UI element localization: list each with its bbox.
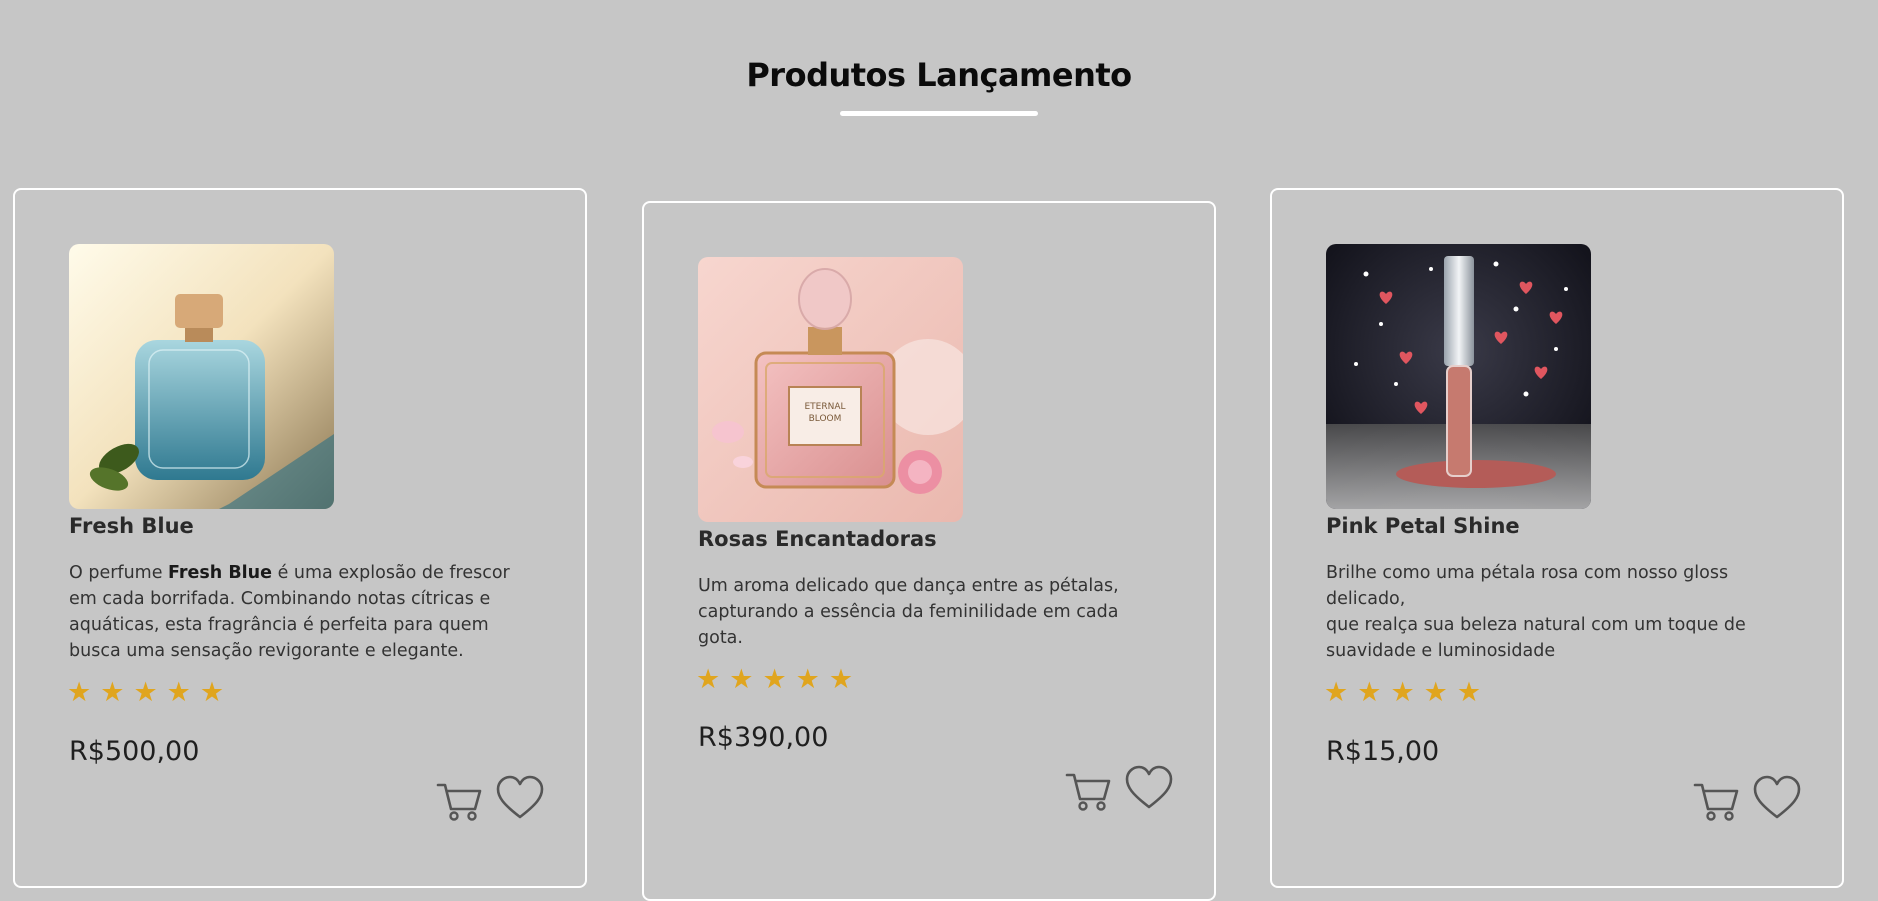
heart-icon[interactable] (495, 773, 545, 823)
star-icon: ★ (762, 664, 787, 695)
product-image[interactable] (1326, 244, 1591, 509)
product-price: R$15,00 (1326, 736, 1440, 767)
heart-icon[interactable] (1124, 763, 1174, 813)
product-price: R$500,00 (69, 736, 200, 767)
cart-icon[interactable] (435, 773, 485, 823)
rating-stars: ★ ★ ★ ★ ★ (67, 678, 224, 708)
star-icon: ★ (1357, 677, 1382, 708)
rating-stars: ★ ★ ★ ★ ★ (696, 665, 853, 695)
star-icon: ★ (1423, 677, 1448, 708)
product-actions (1064, 763, 1174, 813)
star-icon: ★ (729, 664, 754, 695)
star-icon: ★ (67, 677, 92, 708)
product-price: R$390,00 (698, 722, 829, 753)
title-underline (840, 111, 1038, 116)
cart-icon[interactable] (1692, 773, 1742, 823)
product-card-fresh-blue: Fresh Blue O perfume Fresh Blue é uma ex… (13, 188, 587, 888)
product-description: O perfume Fresh Blue é uma explosão de f… (69, 563, 510, 661)
rating-stars: ★ ★ ★ ★ ★ (1324, 678, 1481, 708)
star-icon: ★ (795, 664, 820, 695)
section-title: Produtos Lançamento (746, 56, 1132, 94)
star-icon: ★ (828, 664, 854, 695)
star-icon: ★ (133, 677, 158, 708)
product-card-rosas-encantadoras: ETERNAL BLOOM Rosas Encantadoras Um arom… (642, 201, 1216, 901)
product-description: Um aroma delicado que dança entre as pét… (698, 576, 1119, 648)
product-name: Rosas Encantadoras (698, 527, 937, 551)
star-icon: ★ (166, 677, 191, 708)
star-icon: ★ (1456, 677, 1482, 708)
product-actions (1692, 773, 1802, 823)
product-actions (435, 773, 545, 823)
product-card-pink-petal-shine: Pink Petal Shine Brilhe como uma pétala … (1270, 188, 1844, 888)
bottle-label-text: ETERNAL (804, 402, 845, 412)
heart-icon[interactable] (1752, 773, 1802, 823)
bottle-label-text: BLOOM (809, 414, 842, 424)
star-icon: ★ (1390, 677, 1415, 708)
product-image[interactable]: ETERNAL BLOOM (698, 257, 963, 522)
product-description: Brilhe como uma pétala rosa com nosso gl… (1326, 563, 1746, 661)
product-image[interactable] (69, 244, 334, 509)
star-icon: ★ (199, 677, 225, 708)
product-name: Fresh Blue (69, 514, 194, 538)
star-icon: ★ (696, 664, 721, 695)
cart-icon[interactable] (1064, 763, 1114, 813)
product-name-bold: Fresh Blue (168, 563, 273, 583)
star-icon: ★ (1324, 677, 1349, 708)
product-name: Pink Petal Shine (1326, 514, 1520, 538)
star-icon: ★ (100, 677, 125, 708)
